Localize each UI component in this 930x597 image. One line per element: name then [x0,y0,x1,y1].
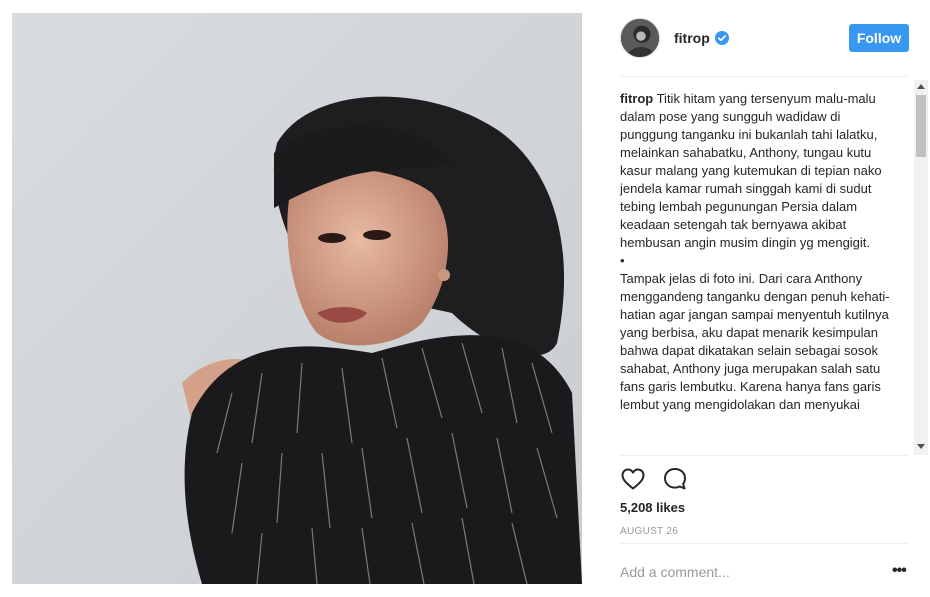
caption-divider [620,455,909,456]
add-comment-input[interactable] [620,560,870,584]
caption-username[interactable]: fitrop [620,91,653,106]
post-date[interactable]: AUGUST 26 [620,526,678,537]
post-actions [620,466,688,492]
avatar[interactable] [620,18,660,58]
scroll-down-arrow-icon[interactable] [917,444,925,449]
comment-bubble-icon[interactable] [662,466,688,492]
post-details-panel: fitrop Follow fitrop Titik hitam yang te… [582,0,930,597]
follow-button[interactable]: Follow [849,24,909,52]
caption-scroll-area[interactable]: fitrop Titik hitam yang tersenyum malu-m… [620,80,928,455]
more-options-icon[interactable]: ••• [892,563,907,579]
caption-text: Titik hitam yang tersenyum malu-malu dal… [620,91,890,412]
verified-badge-icon [714,31,729,45]
post-header: fitrop Follow [620,17,909,59]
scrollbar-thumb[interactable] [916,95,926,157]
likes-count[interactable]: 5,208 likes [620,500,685,515]
comment-divider [620,543,909,544]
caption-scrollbar[interactable] [914,80,928,455]
scroll-up-arrow-icon[interactable] [917,84,925,89]
heart-icon[interactable] [620,466,646,492]
username[interactable]: fitrop [674,30,710,46]
post-photo[interactable] [12,13,582,584]
caption: fitrop Titik hitam yang tersenyum malu-m… [620,90,898,414]
header-divider [620,76,909,77]
